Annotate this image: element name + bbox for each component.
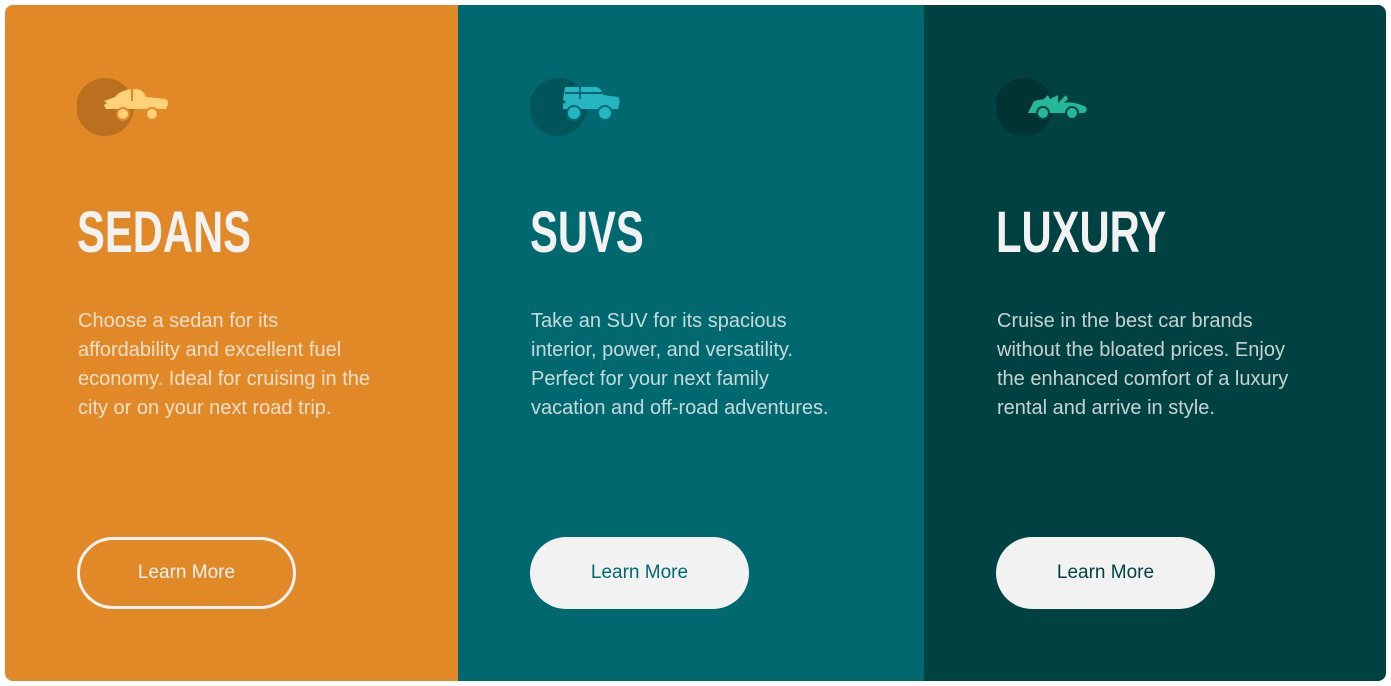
card-description: Take an SUV for its spacious interior, p… (531, 310, 829, 419)
convertible-icon (995, 77, 1096, 137)
card-sedans: SEDANS Choose a sedan for its affordabil… (5, 5, 458, 681)
card-description: Choose a sedan for its affordability and… (78, 310, 371, 419)
card-luxury: LUXURY Cruise in the best car brands wit… (924, 5, 1386, 681)
card-title: LUXURY (996, 200, 1167, 265)
learn-more-button[interactable]: Learn More (77, 537, 296, 609)
learn-more-button[interactable]: Learn More (996, 537, 1215, 609)
card-description: Cruise in the best car brands without th… (997, 310, 1289, 419)
card-title: SUVS (530, 200, 644, 265)
car-category-cards: SEDANS Choose a sedan for its affordabil… (5, 5, 1386, 681)
learn-more-button[interactable]: Learn More (530, 537, 749, 609)
card-suvs: SUVS Take an SUV for its spacious interi… (458, 5, 924, 681)
suv-icon (529, 77, 630, 137)
sedan-icon (76, 77, 177, 137)
card-title: SEDANS (77, 200, 252, 265)
